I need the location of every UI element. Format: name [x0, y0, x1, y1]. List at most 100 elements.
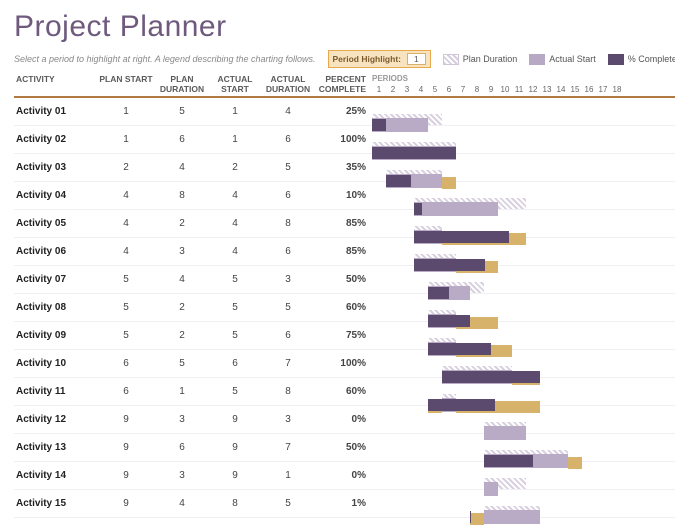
cell-plan-start: 9: [98, 498, 154, 509]
cell-actual-duration: 3: [260, 414, 316, 425]
bar-complete: [414, 203, 422, 215]
table-row: Activity 01151425%: [14, 98, 675, 126]
cell-actual-duration: 7: [260, 442, 316, 453]
swatch-plan-icon: [443, 54, 459, 65]
cell-plan-start: 9: [98, 442, 154, 453]
table-header-row: ACTIVITY PLAN START PLAN DURATION ACTUAL…: [14, 74, 675, 98]
period-number: 15: [568, 85, 582, 94]
bar-actual: [442, 177, 456, 189]
period-number: 5: [428, 85, 442, 94]
cell-activity: Activity 14: [14, 470, 98, 481]
cell-percent-complete: 100%: [316, 134, 372, 145]
cell-activity: Activity 09: [14, 330, 98, 341]
cell-actual-duration: 6: [260, 190, 316, 201]
header-plan-duration: PLAN DURATION: [154, 74, 210, 94]
cell-plan-start: 4: [98, 246, 154, 257]
cell-actual-start: 5: [210, 330, 260, 341]
period-number: 16: [582, 85, 596, 94]
header-plan-start: PLAN START: [98, 74, 154, 94]
cell-plan-duration: 4: [154, 498, 210, 509]
cell-actual-start: 6: [210, 358, 260, 369]
legend-complete-label: % Complete: [628, 54, 675, 64]
bar-complete: [484, 455, 533, 467]
cell-activity: Activity 11: [14, 386, 98, 397]
cell-plan-duration: 4: [154, 162, 210, 173]
period-number: 13: [540, 85, 554, 94]
cell-activity: Activity 05: [14, 218, 98, 229]
cell-actual-start: 2: [210, 162, 260, 173]
cell-plan-duration: 5: [154, 358, 210, 369]
legend-plan: Plan Duration: [443, 54, 518, 65]
cell-plan-duration: 6: [154, 442, 210, 453]
table-row: Activity 1293930%: [14, 406, 675, 434]
period-number: 3: [400, 85, 414, 94]
period-number: 2: [386, 85, 400, 94]
cell-actual-start: 5: [210, 386, 260, 397]
bar-actual: [568, 457, 582, 469]
cell-percent-complete: 85%: [316, 246, 372, 257]
cell-plan-start: 6: [98, 386, 154, 397]
bar-complete: [386, 175, 411, 187]
cell-plan-start: 5: [98, 274, 154, 285]
cell-plan-start: 6: [98, 358, 154, 369]
cell-percent-complete: 25%: [316, 106, 372, 117]
cell-percent-complete: 1%: [316, 498, 372, 509]
cell-plan-duration: 2: [154, 302, 210, 313]
period-highlight-value[interactable]: 1: [407, 53, 426, 65]
legend-actual: Actual Start: [529, 54, 596, 65]
period-number: 8: [470, 85, 484, 94]
table-row: Activity 106567100%: [14, 350, 675, 378]
table-row: Activity 06434685%: [14, 238, 675, 266]
cell-actual-start: 5: [210, 274, 260, 285]
cell-plan-duration: 1: [154, 386, 210, 397]
bar-complete: [428, 343, 491, 355]
period-number: 14: [554, 85, 568, 94]
cell-actual-start: 8: [210, 498, 260, 509]
period-number: 7: [456, 85, 470, 94]
page-title: Project Planner: [14, 10, 675, 44]
cell-activity: Activity 07: [14, 274, 98, 285]
bar-complete: [372, 147, 456, 159]
bar-complete: [414, 231, 509, 243]
cell-percent-complete: 60%: [316, 302, 372, 313]
bar-complete: [372, 119, 386, 131]
hint-text: Select a period to highlight at right. A…: [14, 54, 316, 64]
cell-actual-duration: 6: [260, 246, 316, 257]
cell-activity: Activity 04: [14, 190, 98, 201]
cell-plan-duration: 2: [154, 218, 210, 229]
cell-activity: Activity 06: [14, 246, 98, 257]
period-highlight-box[interactable]: Period Highlight: 1: [328, 50, 431, 68]
cell-actual-duration: 5: [260, 302, 316, 313]
cell-plan-start: 9: [98, 414, 154, 425]
cell-actual-duration: 4: [260, 106, 316, 117]
table-row: Activity 11615860%: [14, 378, 675, 406]
period-number: 18: [610, 85, 624, 94]
cell-actual-duration: 8: [260, 386, 316, 397]
table-row: Activity 1594851%: [14, 490, 675, 518]
table-row: Activity 13969750%: [14, 434, 675, 462]
bar-complete: [428, 287, 449, 299]
bar-overlap: [484, 426, 526, 440]
cell-activity: Activity 13: [14, 442, 98, 453]
cell-activity: Activity 12: [14, 414, 98, 425]
cell-activity: Activity 02: [14, 134, 98, 145]
legend-plan-label: Plan Duration: [463, 54, 518, 64]
table-row: Activity 08525560%: [14, 294, 675, 322]
header-periods: PERIODS: [372, 74, 408, 83]
cell-actual-start: 9: [210, 470, 260, 481]
bar-complete: [428, 315, 470, 327]
cell-plan-start: 5: [98, 302, 154, 313]
cell-plan-start: 4: [98, 218, 154, 229]
legend-complete: % Complete: [608, 54, 675, 65]
table-row: Activity 04484610%: [14, 182, 675, 210]
bar-complete: [414, 259, 485, 271]
cell-actual-start: 4: [210, 190, 260, 201]
cell-plan-duration: 8: [154, 190, 210, 201]
period-number: 10: [498, 85, 512, 94]
cell-percent-complete: 60%: [316, 386, 372, 397]
period-number: 12: [526, 85, 540, 94]
cell-plan-duration: 4: [154, 274, 210, 285]
cell-percent-complete: 35%: [316, 162, 372, 173]
cell-plan-duration: 3: [154, 470, 210, 481]
cell-percent-complete: 100%: [316, 358, 372, 369]
